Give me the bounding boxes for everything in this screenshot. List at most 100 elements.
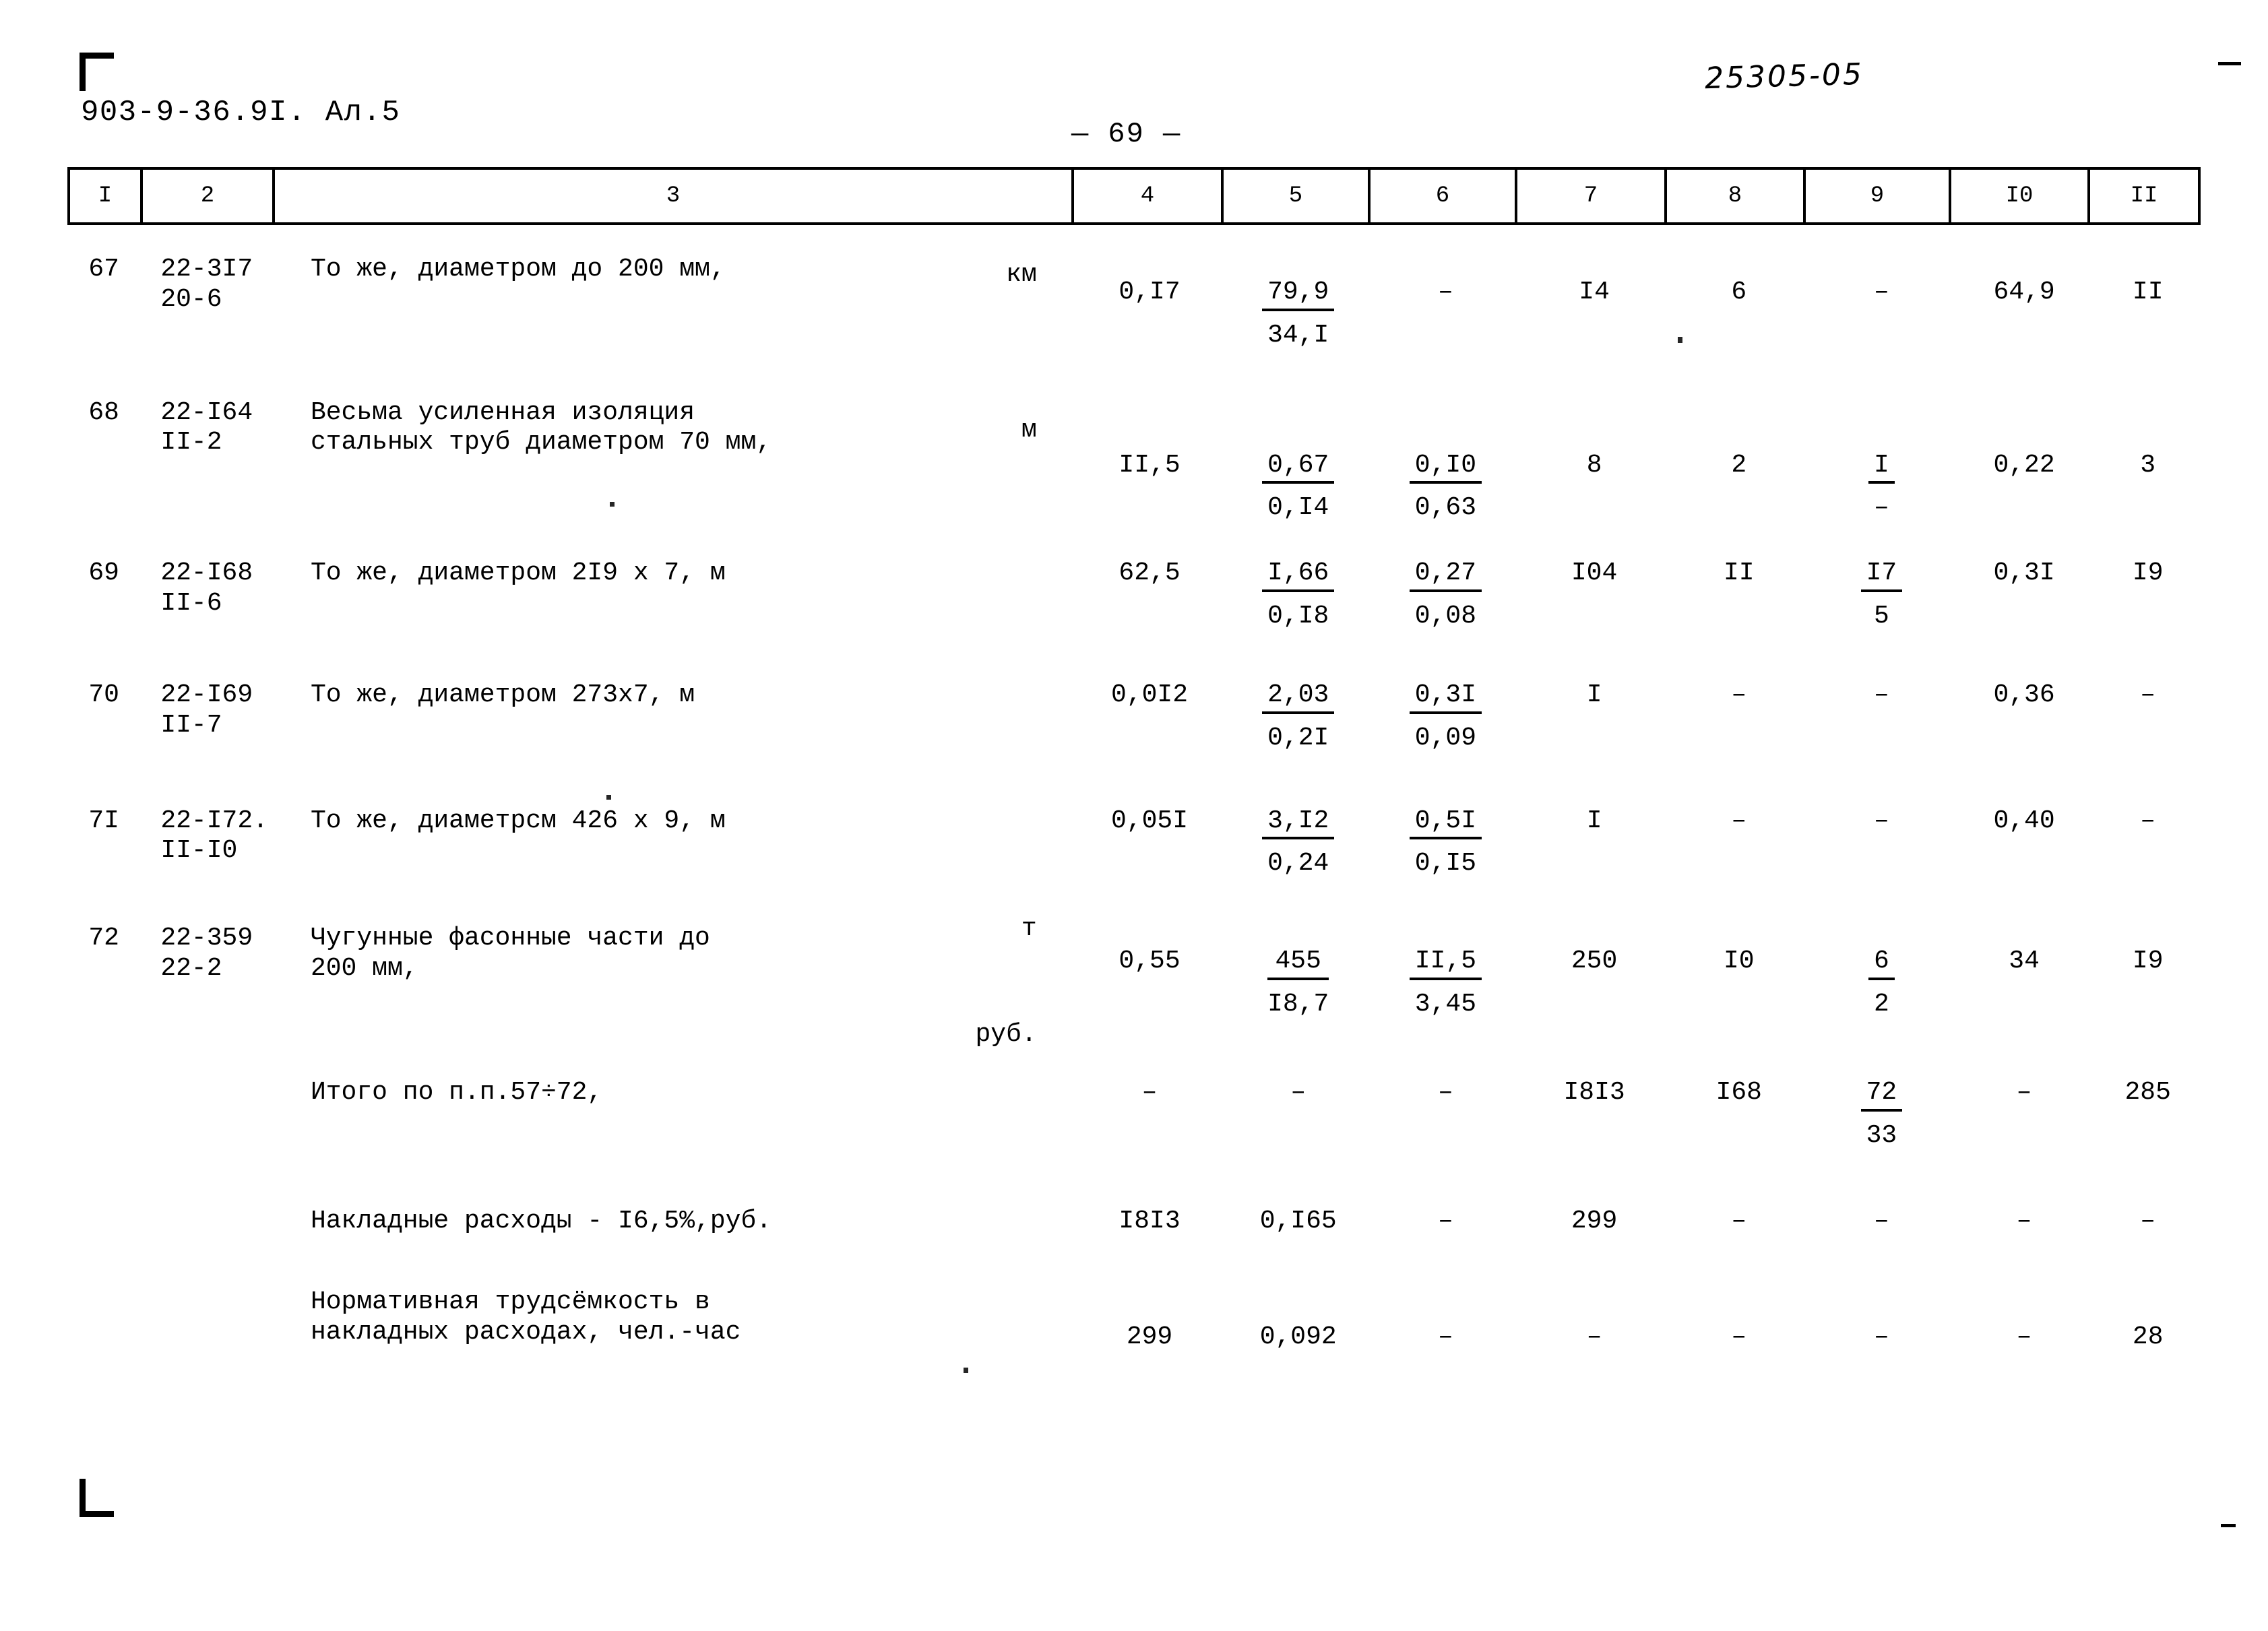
norm-code: 22-I72. II-I0	[160, 806, 268, 866]
work-description: Весьма усиленная изоляция стальных труб д…	[273, 351, 1075, 524]
scan-speck	[606, 795, 611, 800]
work-description: То же, диаметрсм 426 х 9, м	[273, 754, 1075, 880]
cell-col-11: –	[2140, 680, 2156, 709]
cell-col-6: –	[1438, 1206, 1453, 1236]
description-line: То же, диаметром 273х7, м	[310, 680, 695, 709]
description-line: Чугунные фасонные части до	[310, 924, 710, 953]
description-line: Итого по п.п.57÷72,	[310, 1077, 603, 1107]
cell-col-6-numerator: 0,27	[1409, 558, 1482, 593]
cell-col-9-fraction: 62	[1868, 947, 1895, 1020]
cell-col-6: 0,I0 0,63	[1372, 351, 1519, 524]
table-row: 67 22-3I7 20-6 То же, диаметром до 200 мм,…	[67, 225, 2202, 351]
cell-col-5-numerator: 455	[1267, 947, 1329, 981]
cell-col-7: I4	[1579, 278, 1610, 307]
cell-col-5: 2,03 0,2I	[1224, 632, 1372, 754]
cell-col-8: I0	[1723, 947, 1755, 976]
description-line: То же, диаметрсм 426 х 9, м	[310, 806, 726, 835]
cell-col-11: –	[2140, 806, 2156, 835]
description-line: То же, диаметром до 200 мм,	[310, 255, 726, 284]
cell-col-6: –	[1438, 1077, 1453, 1107]
cell-col-6: 0,27 0,08	[1372, 523, 1519, 632]
column-header-6: 6	[1371, 170, 1517, 222]
cell-col-4: 0,05I	[1111, 806, 1189, 835]
cell-col-11: –	[2140, 1206, 2156, 1236]
cell-col-5-fraction: 79,9 34,I	[1262, 278, 1335, 351]
norm-code: 22-I69 II-7	[160, 680, 253, 740]
description-line: стальных труб диаметром 70 мм,	[310, 428, 772, 457]
cell-col-5-denominator: 34,I	[1267, 320, 1329, 350]
cell-col-5: 3,I2 0,24	[1224, 754, 1372, 880]
cell-col-6: –	[1438, 278, 1453, 307]
cell-col-6-fraction: 0,5I 0,I5	[1409, 806, 1482, 880]
cell-col-6: 0,3I 0,09	[1372, 632, 1519, 754]
scan-speck	[964, 1368, 968, 1373]
cell-col-5-numerator: 2,03	[1262, 680, 1335, 714]
column-header-10: I0	[1951, 170, 2090, 222]
cell-col-5: –	[1290, 1077, 1306, 1107]
cell-col-6-fraction: II,5 3,45	[1409, 947, 1482, 1020]
cell-col-9: –	[1874, 1206, 1889, 1236]
cell-col-10: 0,3I	[1993, 558, 2055, 588]
cell-col-6-numerator: 0,I0	[1409, 451, 1482, 484]
cell-col-4: I8I3	[1119, 1206, 1180, 1236]
cell-col-10: –	[2016, 1077, 2032, 1107]
norm-code: 22-3I7 20-6	[160, 255, 253, 314]
cell-col-5: 0,092	[1259, 1322, 1337, 1352]
cell-col-4: 299	[1126, 1322, 1173, 1352]
norm-code	[140, 1151, 273, 1237]
row-number: 72	[88, 924, 119, 953]
column-header-3: 3	[275, 170, 1074, 222]
cell-col-11: 3	[2140, 450, 2156, 480]
cell-col-5-numerator: I,66	[1262, 558, 1335, 593]
row-number	[67, 1236, 140, 1353]
cell-col-10: 0,36	[1993, 680, 2055, 709]
cell-col-5: I,66 0,I8	[1224, 523, 1372, 632]
cell-col-7: I8I3	[1563, 1077, 1625, 1107]
cell-col-6-denominator: 0,09	[1414, 723, 1477, 753]
column-header-2: 2	[143, 170, 275, 222]
estimate-table: 67 22-3I7 20-6 То же, диаметром до 200 мм,…	[67, 225, 2202, 1353]
cell-col-8: 2	[1731, 450, 1747, 480]
cell-col-4: 0,I7	[1119, 278, 1180, 307]
cell-col-7: 299	[1571, 1206, 1618, 1236]
cell-col-10: 0,22	[1993, 450, 2055, 480]
page-number: — 69 —	[1071, 118, 1182, 150]
cell-col-7: I04	[1571, 558, 1618, 588]
table-row: 7I 22-I72. II-I0 То же, диаметрсм 426 х 9,…	[67, 754, 2202, 880]
cell-col-4: 0,55	[1119, 947, 1180, 976]
cell-col-5-numerator: 79,9	[1262, 278, 1335, 311]
cell-col-11: 285	[2124, 1077, 2171, 1107]
cell-col-10: –	[2016, 1322, 2032, 1352]
cell-col-11: I9	[2132, 947, 2164, 976]
cell-col-9: –	[1874, 806, 1889, 835]
cell-col-6-denominator: 3,45	[1414, 990, 1477, 1019]
cell-col-9-numerator: I	[1868, 451, 1895, 484]
cell-col-6-numerator: 0,3I	[1409, 680, 1482, 714]
document-code: 903-9-36.9I. Ал.5	[81, 96, 401, 129]
description-line: Весьма усиленная изоляция	[310, 397, 695, 427]
cell-col-9: –	[1874, 278, 1889, 307]
row-number	[67, 1151, 140, 1237]
cell-col-10: 64,9	[1993, 278, 2055, 307]
work-description: Накладные расходы - I6,5%,руб.	[273, 1151, 1075, 1237]
table-row: 70 22-I69 II-7 То же, диаметром 273х7, м 0,…	[67, 632, 2202, 754]
cell-col-6-denominator: 0,08	[1414, 602, 1477, 631]
cell-col-6-numerator: 0,5I	[1409, 806, 1482, 840]
cell-col-9: 62	[1808, 879, 1955, 1020]
cell-col-4: 0,0I2	[1111, 680, 1189, 709]
cell-col-10: –	[2016, 1206, 2032, 1236]
cell-col-8: –	[1731, 680, 1747, 709]
cell-col-8: –	[1731, 1322, 1747, 1352]
cell-col-5-fraction: I,66 0,I8	[1262, 558, 1335, 632]
cell-col-7: 250	[1571, 947, 1618, 976]
measurement-unit: т	[1021, 914, 1037, 944]
cell-col-5: 0,67 0,I4	[1224, 351, 1372, 524]
cell-col-5-denominator: 0,I4	[1267, 493, 1329, 523]
work-description: То же, диаметром 2I9 х 7, м	[273, 523, 1075, 632]
summary-row: Итого по п.п.57÷72, руб. – – – I8I3 I68 72 33–28…	[67, 1020, 2202, 1151]
work-description: Нормативная трудсёмкость в накладных расх…	[273, 1236, 1075, 1353]
row-number: 7I	[88, 806, 119, 835]
cell-col-11: I9	[2132, 558, 2164, 588]
cell-col-11: 28	[2132, 1322, 2164, 1352]
work-description: Итого по п.п.57÷72, руб.	[273, 1020, 1075, 1151]
